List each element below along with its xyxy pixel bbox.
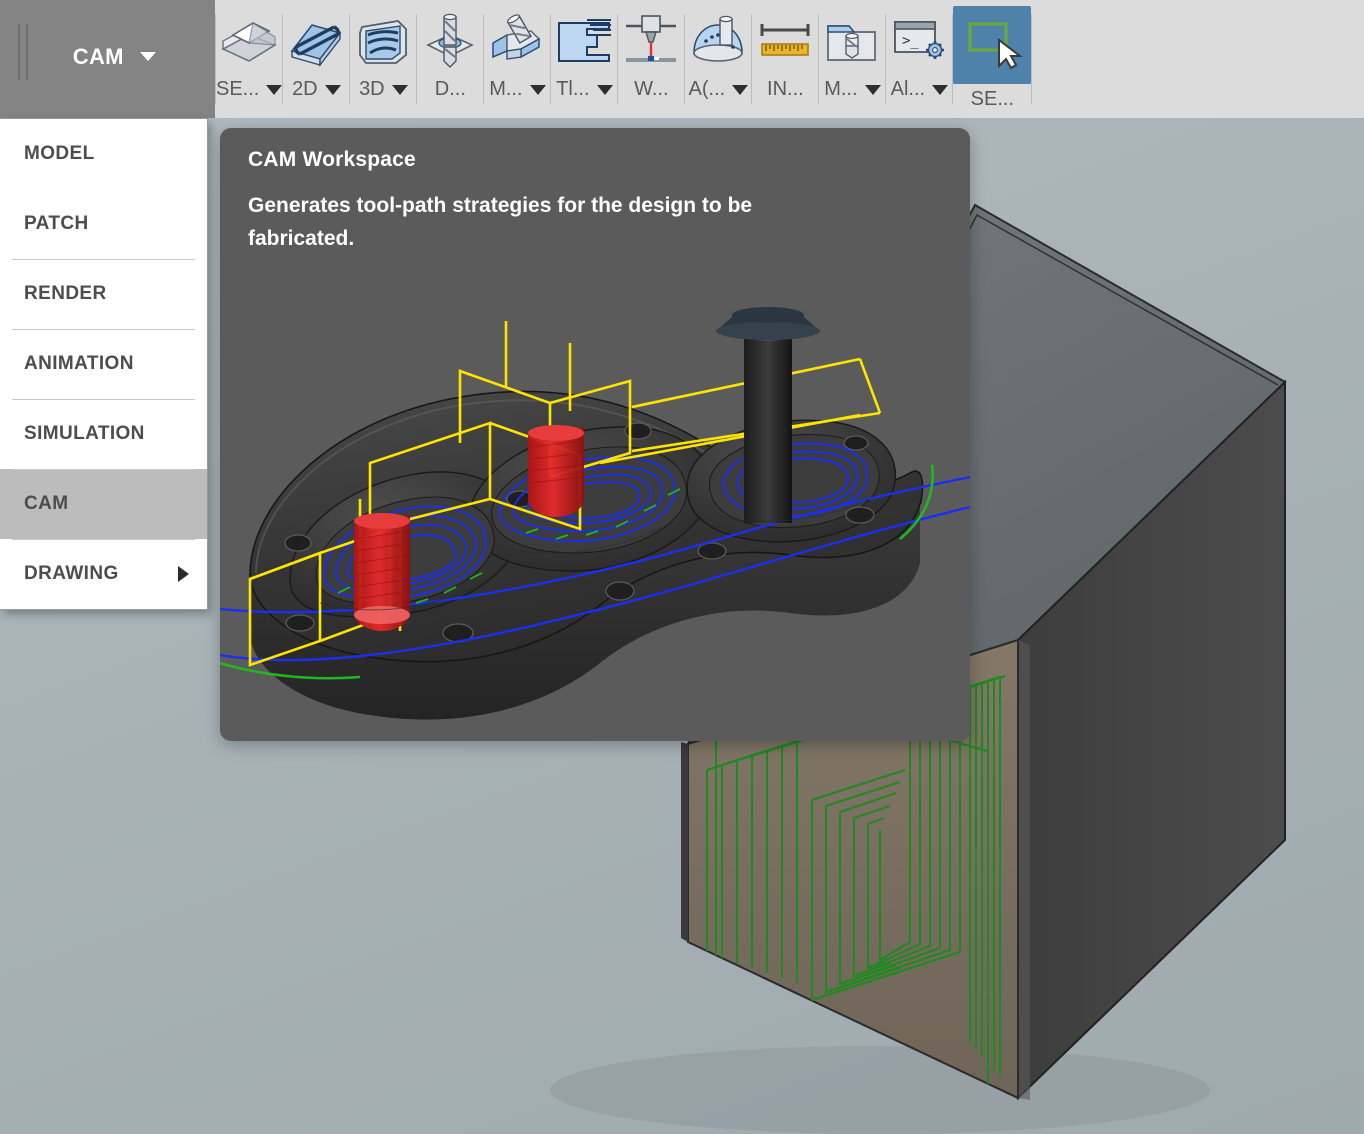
menu-item-label: DRAWING (24, 563, 119, 584)
menu-item-patch[interactable]: PATCH (0, 189, 207, 259)
menu-item-animation[interactable]: ANIMATION (0, 329, 207, 399)
menu-item-label: PATCH (24, 213, 89, 234)
ribbon-button-setup[interactable]: SE... (216, 0, 283, 118)
chevron-down-icon[interactable] (140, 52, 157, 61)
chevron-down-icon[interactable] (324, 84, 341, 95)
ribbon-label-multi-axis: M... (489, 78, 523, 100)
chevron-down-icon[interactable] (529, 84, 546, 95)
manage-tool-library-icon (819, 10, 885, 72)
chevron-down-icon[interactable] (864, 84, 881, 95)
ribbon-label-setup: SE... (216, 78, 260, 100)
chevron-down-icon[interactable] (596, 84, 613, 95)
ribbon-button-waterjet[interactable]: W... (618, 0, 684, 118)
ribbon-label-2d: 2D (292, 78, 318, 100)
drilling-icon (417, 10, 483, 72)
ribbon-button-multi-axis[interactable]: M... (484, 0, 550, 118)
menu-item-label: CAM (24, 493, 69, 514)
chevron-down-icon[interactable] (932, 84, 949, 95)
ribbon-label-manage: M... (824, 78, 858, 100)
menu-item-drawing[interactable]: DRAWING (0, 539, 207, 609)
ribbon-button-2d[interactable]: 2D (283, 0, 349, 118)
chevron-down-icon[interactable] (732, 84, 749, 95)
ribbon-label-additive: A(... (688, 78, 726, 100)
add-ins-console-icon: >_ (886, 10, 952, 72)
waterjet-cutting-icon (618, 10, 684, 72)
setup-folder-icon (216, 10, 282, 72)
select-cursor-icon (953, 6, 1032, 84)
ribbon-button-turning[interactable]: Tl... (551, 0, 617, 118)
menu-item-model[interactable]: MODEL (0, 119, 207, 189)
workspace-dropdown-menu[interactable]: MODEL PATCH RENDER ANIMATION SIMULATION … (0, 118, 208, 610)
ribbon-button-add-ins[interactable]: >_ Al... (886, 0, 952, 118)
additive-dome-icon (685, 10, 751, 72)
menu-item-simulation[interactable]: SIMULATION (0, 399, 207, 469)
workspace-switcher-button[interactable]: CAM (0, 44, 215, 70)
cam-toolpath-preview-image (220, 307, 970, 720)
menu-item-render[interactable]: RENDER (0, 259, 207, 329)
workspace-tooltip-panel: CAM Workspace Generates tool-path strate… (220, 128, 970, 741)
ribbon-label-waterjet: W... (634, 78, 669, 100)
ribbon-label-turning: Tl... (556, 78, 590, 100)
ribbon-label-drilling: D... (434, 78, 466, 100)
menu-item-label: MODEL (24, 143, 95, 164)
chevron-right-icon (178, 566, 189, 582)
tooltip-description: Generates tool-path strategies for the d… (248, 194, 753, 250)
ribbon-label-add-ins: Al... (890, 78, 926, 100)
svg-text:>_: >_ (902, 33, 919, 49)
tooltip-title: CAM Workspace (248, 148, 416, 171)
chevron-down-icon[interactable] (391, 84, 408, 95)
menu-item-label: ANIMATION (24, 353, 134, 374)
ribbon-label-inspect: IN... (767, 78, 804, 100)
menu-item-cam[interactable]: CAM (0, 469, 207, 539)
ribbon-button-select[interactable]: SE... (953, 0, 1032, 118)
ribbon-button-additive[interactable]: A(... (685, 0, 751, 118)
cam-ribbon-toolbar: SE... 2D 3D D... M... Tl... W... A(... I… (215, 0, 1364, 118)
workspace-current-label: CAM (72, 44, 124, 69)
turning-profile-icon (551, 10, 617, 72)
3d-milling-icon (350, 10, 416, 72)
multi-axis-icon (484, 10, 550, 72)
ribbon-button-3d[interactable]: 3D (350, 0, 416, 118)
ribbon-separator (1031, 14, 1033, 104)
workspace-switcher-header[interactable]: CAM (0, 0, 215, 118)
chevron-down-icon[interactable] (266, 84, 283, 95)
ribbon-button-manage[interactable]: M... (819, 0, 885, 118)
ribbon-button-drilling[interactable]: D... (417, 0, 483, 118)
menu-item-label: RENDER (24, 283, 107, 304)
2d-milling-icon (283, 10, 349, 72)
ribbon-button-inspect[interactable]: IN... (752, 0, 818, 118)
inspect-ruler-icon (752, 10, 818, 72)
ribbon-label-3d: 3D (359, 78, 385, 100)
menu-item-label: SIMULATION (24, 423, 145, 444)
ribbon-label-select: SE... (970, 88, 1015, 110)
